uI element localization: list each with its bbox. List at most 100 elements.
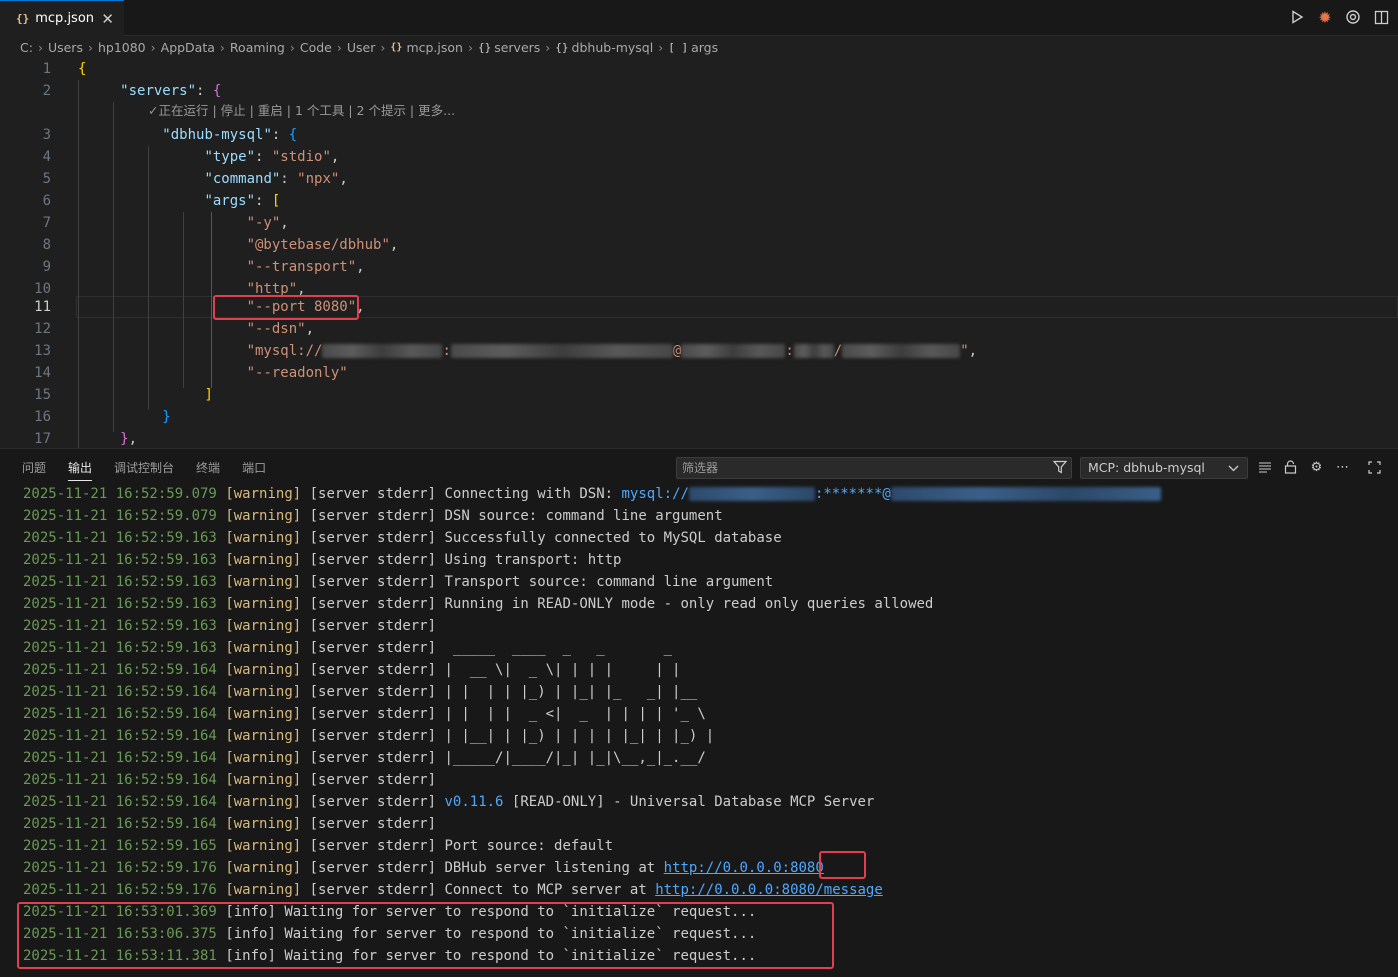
run-icon[interactable] bbox=[1288, 8, 1306, 26]
chevron-right-icon: › bbox=[658, 39, 664, 55]
line-number: 14 bbox=[34, 365, 51, 381]
line-number: 11 bbox=[34, 299, 51, 315]
log-source: [server stderr] bbox=[309, 816, 437, 832]
log-level: [info] bbox=[225, 926, 276, 942]
tab-ports[interactable]: 端口 bbox=[242, 459, 266, 476]
redacted-text bbox=[842, 344, 961, 358]
log-message: [READ-ONLY] - Universal Database MCP Ser… bbox=[503, 794, 875, 810]
json-braces-icon: {} bbox=[16, 12, 30, 25]
log-line: 2025-11-21 16:52:59.079 [warning] [serve… bbox=[23, 505, 723, 527]
code-editor[interactable]: 1{ 2 "servers": { ✓正在运行 | 停止 | 重启 | 1 个工… bbox=[0, 58, 1398, 448]
log-link[interactable]: http://0.0.0.0:8080 bbox=[664, 860, 824, 876]
split-editor-icon[interactable] bbox=[1372, 8, 1390, 26]
breadcrumb-item[interactable]: servers bbox=[494, 40, 540, 55]
log-level: [warning] bbox=[225, 750, 302, 766]
spark-icon[interactable]: ✹ bbox=[1316, 8, 1334, 27]
log-level: [info] bbox=[225, 948, 276, 964]
output-log[interactable]: 2025-11-21 16:52:59.079 [warning] [serve… bbox=[0, 483, 1398, 977]
json-braces-icon: {} bbox=[390, 41, 403, 53]
log-timestamp: 2025-11-21 16:52:59.079 bbox=[23, 508, 217, 524]
log-source: [server stderr] bbox=[309, 684, 437, 700]
log-level: [warning] bbox=[225, 486, 302, 502]
log-timestamp: 2025-11-21 16:52:59.164 bbox=[23, 750, 217, 766]
lock-icon[interactable] bbox=[1282, 458, 1299, 476]
redacted-text bbox=[322, 344, 443, 358]
line-number: 3 bbox=[42, 127, 51, 143]
close-icon[interactable]: ✕ bbox=[101, 10, 114, 28]
line-number: 1 bbox=[42, 61, 51, 77]
tab-terminal[interactable]: 终端 bbox=[196, 459, 220, 476]
log-level: [warning] bbox=[225, 772, 302, 788]
line-number: 7 bbox=[42, 215, 51, 231]
breadcrumb-item[interactable]: Users bbox=[48, 40, 83, 55]
log-line: 2025-11-21 16:53:06.375 [info] Waiting f… bbox=[23, 923, 756, 945]
log-dsn: mysql:// bbox=[621, 486, 689, 502]
output-channel-select[interactable]: MCP: dbhub-mysql bbox=[1080, 457, 1248, 479]
redacted-text bbox=[450, 344, 673, 358]
log-timestamp: 2025-11-21 16:52:59.164 bbox=[23, 728, 217, 744]
breadcrumb-item[interactable]: C: bbox=[20, 40, 33, 55]
log-timestamp: 2025-11-21 16:52:59.079 bbox=[23, 486, 217, 502]
log-timestamp: 2025-11-21 16:52:59.163 bbox=[23, 530, 217, 546]
breadcrumb-item[interactable]: Code bbox=[300, 40, 332, 55]
code-line: 12 "--dsn", bbox=[0, 318, 1398, 340]
breadcrumb-item[interactable]: User bbox=[347, 40, 376, 55]
log-line: 2025-11-21 16:52:59.176 [warning] [serve… bbox=[23, 857, 824, 879]
log-source: [server stderr] bbox=[309, 772, 437, 788]
log-timestamp: 2025-11-21 16:52:59.176 bbox=[23, 860, 217, 876]
line-number: 5 bbox=[42, 171, 51, 187]
breadcrumb-item[interactable]: AppData bbox=[161, 40, 215, 55]
breadcrumb-item[interactable]: hp1080 bbox=[98, 40, 146, 55]
object-icon: {} bbox=[477, 40, 492, 54]
more-icon[interactable]: ⋯ bbox=[1334, 458, 1351, 476]
word-wrap-icon[interactable] bbox=[1256, 458, 1273, 476]
log-timestamp: 2025-11-21 16:52:59.164 bbox=[23, 772, 217, 788]
log-line: 2025-11-21 16:52:59.163 [warning] [serve… bbox=[23, 527, 782, 549]
log-source: [server stderr] bbox=[309, 882, 437, 898]
breadcrumb-item[interactable]: mcp.json bbox=[406, 40, 463, 55]
log-level: [warning] bbox=[225, 618, 302, 634]
chevron-right-icon: › bbox=[289, 39, 295, 55]
filter-icon[interactable] bbox=[1052, 460, 1068, 481]
line-number: 4 bbox=[42, 149, 51, 165]
log-message: _____ ____ _ _ _ bbox=[444, 640, 673, 656]
log-source: [server stderr] bbox=[309, 640, 437, 656]
log-timestamp: 2025-11-21 16:53:06.375 bbox=[23, 926, 217, 942]
redacted-text bbox=[793, 344, 834, 358]
line-number: 2 bbox=[42, 83, 51, 99]
breadcrumb-item[interactable]: dbhub-mysql bbox=[572, 40, 654, 55]
log-message: Successfully connected to MySQL database bbox=[444, 530, 782, 546]
log-message: DSN source: command line argument bbox=[444, 508, 723, 524]
log-line: 2025-11-21 16:52:59.164 [warning] [serve… bbox=[23, 681, 697, 703]
log-link[interactable]: http://0.0.0.0:8080/message bbox=[655, 882, 883, 898]
array-icon: [ ] bbox=[668, 40, 689, 54]
tab-problems[interactable]: 问题 bbox=[22, 459, 46, 476]
log-line: 2025-11-21 16:52:59.163 [warning] [serve… bbox=[23, 571, 773, 593]
log-timestamp: 2025-11-21 16:52:59.164 bbox=[23, 794, 217, 810]
log-line: 2025-11-21 16:52:59.164 [warning] [serve… bbox=[23, 659, 681, 681]
filter-input[interactable]: 筛选器 bbox=[676, 457, 1072, 479]
log-message: Running in READ-ONLY mode - only read on… bbox=[444, 596, 934, 612]
code-line: 13 "mysql://: @: / ", bbox=[0, 340, 1398, 362]
server-key: "dbhub-mysql" bbox=[162, 127, 272, 143]
log-source: [server stderr] bbox=[309, 860, 437, 876]
tab-output[interactable]: 输出 bbox=[68, 459, 93, 481]
breadcrumb-item[interactable]: Roaming bbox=[230, 40, 285, 55]
log-line: 2025-11-21 16:52:59.079 [warning] [serve… bbox=[23, 483, 1161, 505]
tab-mcp-json[interactable]: {} mcp.json ✕ bbox=[0, 0, 124, 36]
code-line: 14 "--readonly" bbox=[0, 362, 1398, 384]
log-level: [warning] bbox=[225, 574, 302, 590]
openai-icon[interactable] bbox=[1344, 8, 1362, 26]
log-timestamp: 2025-11-21 16:52:59.163 bbox=[23, 618, 217, 634]
mcp-codelens[interactable]: ✓正在运行 | 停止 | 重启 | 1 个工具 | 2 个提示 | 更多... bbox=[148, 100, 455, 122]
log-message: Connect to MCP server at bbox=[444, 882, 656, 898]
code-line: 1{ bbox=[0, 58, 1398, 80]
maximize-panel-icon[interactable] bbox=[1366, 458, 1383, 476]
chevron-right-icon: › bbox=[37, 39, 43, 55]
gear-icon[interactable]: ⚙ bbox=[1308, 458, 1325, 476]
chevron-down-icon bbox=[1228, 458, 1239, 486]
log-source: [server stderr] bbox=[309, 486, 437, 502]
breadcrumb-item[interactable]: args bbox=[691, 40, 718, 55]
line-number: 17 bbox=[34, 431, 51, 447]
tab-debug-console[interactable]: 调试控制台 bbox=[114, 459, 174, 476]
